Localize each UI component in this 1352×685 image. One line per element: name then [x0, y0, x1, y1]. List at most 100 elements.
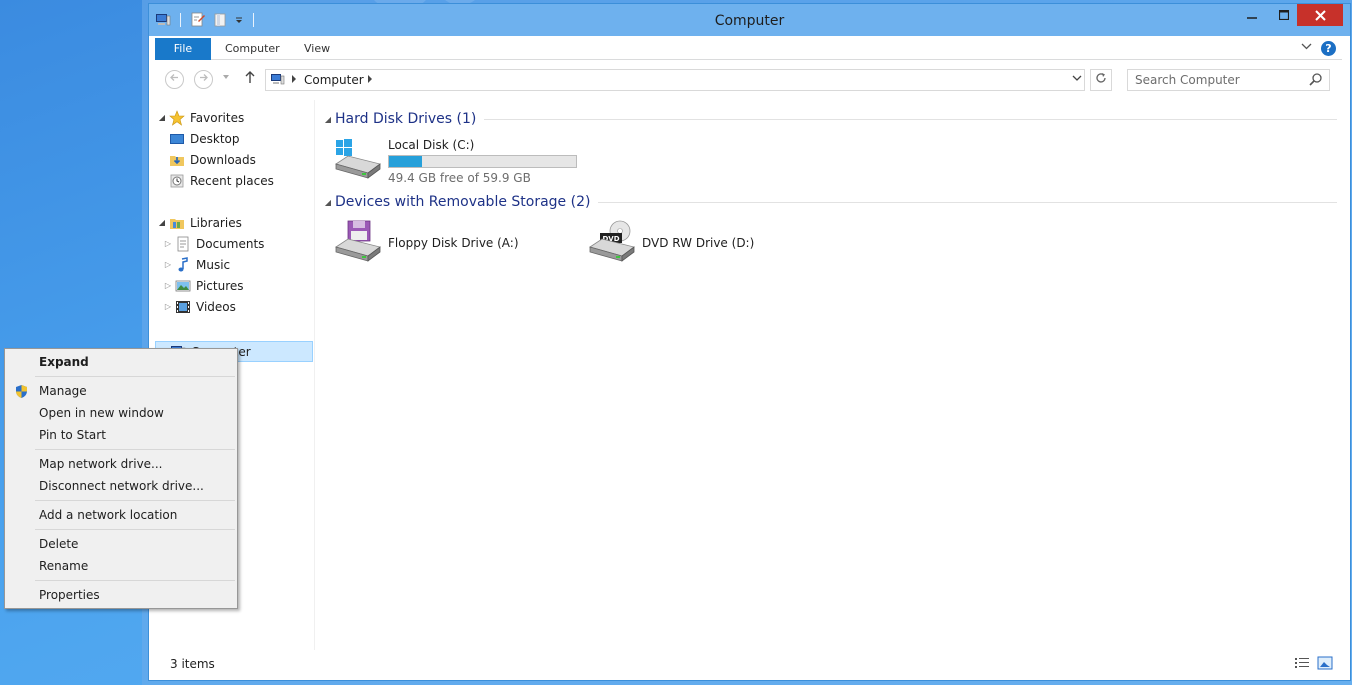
documents-icon — [175, 236, 191, 252]
menu-separator — [35, 449, 235, 450]
tree-label: Documents — [196, 236, 265, 251]
tree-item-desktop[interactable]: Desktop — [155, 128, 313, 149]
pictures-icon — [175, 278, 191, 294]
menu-separator — [35, 500, 235, 501]
item-count: 3 items — [170, 657, 215, 671]
music-icon — [175, 256, 191, 273]
breadcrumb-computer[interactable]: Computer — [304, 73, 364, 87]
group-title: Hard Disk Drives (1) — [335, 111, 477, 127]
tree-label: Libraries — [190, 215, 242, 230]
tab-view[interactable]: View — [304, 38, 330, 60]
drive-name: Floppy Disk Drive (A:) — [388, 236, 519, 250]
downloads-folder-icon — [169, 152, 185, 168]
drive-floppy-a[interactable]: Floppy Disk Drive (A:) — [334, 219, 574, 269]
address-bar[interactable]: Computer — [265, 69, 1085, 91]
menu-item-manage[interactable]: Manage — [7, 380, 235, 402]
help-icon[interactable]: ? — [1321, 41, 1336, 56]
minimize-button[interactable] — [1239, 4, 1265, 26]
videos-icon — [175, 299, 191, 315]
menu-separator — [35, 580, 235, 581]
collapse-group-icon[interactable]: ◢ — [321, 198, 335, 207]
tab-computer[interactable]: Computer — [225, 38, 280, 60]
expand-ribbon-icon[interactable] — [1301, 41, 1312, 55]
content-pane: ◢ Hard Disk Drives (1) Local Disk (C:) 4… — [317, 100, 1342, 650]
desktop-icon — [169, 131, 185, 147]
details-view-icon[interactable] — [1294, 655, 1310, 671]
search-icon[interactable] — [1308, 72, 1324, 88]
maximize-button[interactable] — [1271, 4, 1297, 26]
menu-separator — [35, 529, 235, 530]
dvd-drive-icon: DVD — [588, 219, 636, 267]
menu-item-pin-to-start[interactable]: Pin to Start — [7, 424, 235, 446]
menu-item-add-network-location[interactable]: Add a network location — [7, 504, 235, 526]
menu-item-properties[interactable]: Properties — [7, 584, 235, 606]
explorer-window: Computer File Computer View ? Computer S… — [148, 3, 1351, 681]
group-header-hard-disk-drives[interactable]: ◢ Hard Disk Drives (1) — [317, 108, 1337, 130]
tree-item-recent-places[interactable]: Recent places — [155, 170, 313, 191]
uac-shield-icon — [14, 384, 29, 399]
ribbon: File Computer View ? — [155, 38, 1342, 60]
tree-item-downloads[interactable]: Downloads — [155, 149, 313, 170]
tree-label: Videos — [196, 299, 236, 314]
refresh-button[interactable] — [1090, 69, 1112, 91]
collapsed-arrow-icon[interactable]: ▷ — [161, 302, 175, 311]
drive-dvd-rw-d[interactable]: DVD DVD RW Drive (D:) — [588, 219, 828, 269]
tree-item-documents[interactable]: ▷ Documents — [155, 233, 313, 254]
group-header-removable-storage[interactable]: ◢ Devices with Removable Storage (2) — [317, 191, 1337, 213]
collapsed-arrow-icon[interactable]: ▷ — [161, 281, 175, 290]
group-divider — [484, 118, 1337, 120]
close-button[interactable] — [1297, 4, 1343, 26]
window-title: Computer — [714, 13, 785, 29]
title-bar: Computer — [149, 4, 1350, 36]
collapsed-arrow-icon[interactable]: ▷ — [161, 239, 175, 248]
drive-local-disk-c[interactable]: Local Disk (C:) 49.4 GB free of 59.9 GB — [334, 136, 594, 186]
menu-separator — [35, 376, 235, 377]
group-title: Devices with Removable Storage (2) — [335, 194, 591, 210]
menu-item-delete[interactable]: Delete — [7, 533, 235, 555]
tree-item-favorites[interactable]: ◢ Favorites — [155, 107, 313, 128]
navigation-bar: Computer — [155, 64, 1342, 94]
search-box[interactable] — [1127, 69, 1330, 91]
expanded-arrow-icon[interactable]: ◢ — [155, 218, 169, 227]
refresh-icon — [1096, 73, 1106, 83]
tree-item-videos[interactable]: ▷ Videos — [155, 296, 313, 317]
menu-item-open-new-window[interactable]: Open in new window — [7, 402, 235, 424]
tree-label: Favorites — [190, 110, 245, 125]
tree-label: Pictures — [196, 278, 244, 293]
computer-icon — [270, 73, 286, 90]
tree-label: Desktop — [190, 131, 240, 146]
collapsed-arrow-icon[interactable]: ▷ — [161, 260, 175, 269]
search-input[interactable] — [1128, 70, 1308, 90]
breadcrumb-chevron-icon[interactable] — [366, 74, 374, 86]
maximize-icon — [1279, 10, 1289, 20]
hard-drive-icon — [334, 136, 382, 184]
expanded-arrow-icon[interactable]: ◢ — [155, 113, 169, 122]
back-button[interactable] — [165, 70, 184, 89]
menu-item-label: Manage — [39, 384, 87, 398]
tree-item-libraries[interactable]: ◢ Libraries — [155, 212, 313, 233]
menu-item-rename[interactable]: Rename — [7, 555, 235, 577]
tree-label: Downloads — [190, 152, 256, 167]
context-menu: Expand Manage Open in new window Pin to … — [4, 348, 238, 609]
tree-item-music[interactable]: ▷ Music — [155, 254, 313, 275]
forward-button[interactable] — [194, 70, 213, 89]
tree-label: Recent places — [190, 173, 274, 188]
libraries-icon — [169, 215, 185, 231]
recent-places-icon — [169, 173, 185, 189]
group-divider — [598, 201, 1337, 203]
arrow-right-icon — [200, 74, 208, 81]
tree-item-pictures[interactable]: ▷ Pictures — [155, 275, 313, 296]
close-icon — [1314, 9, 1326, 21]
menu-item-map-network-drive[interactable]: Map network drive... — [7, 453, 235, 475]
up-button[interactable] — [244, 70, 256, 88]
drive-free-space: 49.4 GB free of 59.9 GB — [388, 171, 531, 185]
large-icons-view-icon[interactable] — [1317, 655, 1333, 671]
address-dropdown-icon[interactable] — [1072, 73, 1082, 86]
collapse-group-icon[interactable]: ◢ — [321, 115, 335, 124]
breadcrumb-chevron-icon[interactable] — [290, 74, 298, 86]
tab-file[interactable]: File — [155, 38, 211, 60]
menu-item-disconnect-network-drive[interactable]: Disconnect network drive... — [7, 475, 235, 497]
menu-item-expand[interactable]: Expand — [7, 351, 235, 373]
recent-locations-dropdown-icon[interactable] — [222, 73, 230, 83]
disk-usage-fill — [389, 156, 422, 167]
